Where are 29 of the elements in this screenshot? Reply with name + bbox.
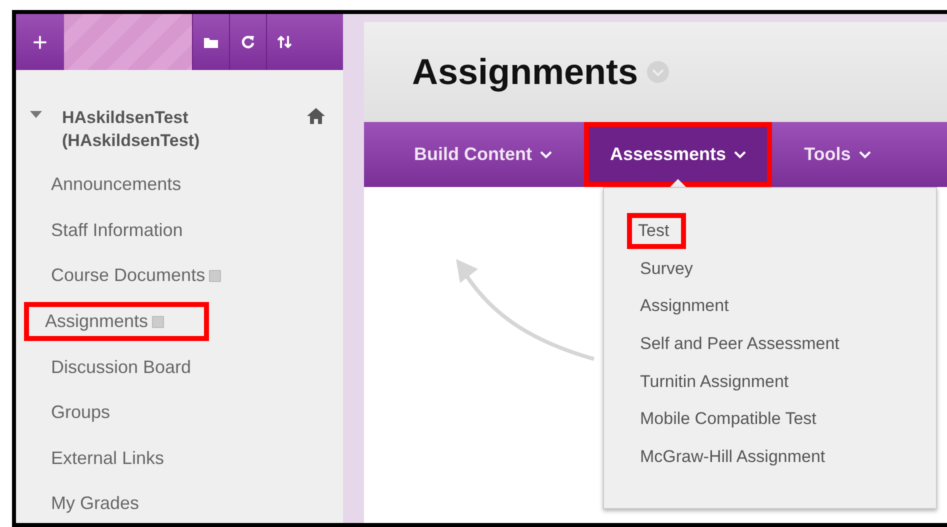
chevron-down-icon (540, 150, 552, 158)
menu-item[interactable]: Turnitin Assignment (636, 370, 793, 394)
refresh-icon (241, 35, 255, 49)
menu-item[interactable]: Mobile Compatible Test (636, 407, 820, 432)
add-button[interactable]: + (16, 14, 64, 70)
sort-icon (277, 35, 293, 49)
nav-tab[interactable]: Tools (784, 122, 891, 187)
menu-item[interactable]: Assignment (636, 294, 733, 318)
menu-item[interactable]: McGraw-Hill Assignment (636, 444, 830, 469)
sidebar-item[interactable]: My Grades (48, 490, 142, 518)
course-title[interactable]: HAskildsenTest (HAskildsenTest) (62, 106, 307, 152)
chevron-down-icon (858, 150, 871, 158)
sidebar-item[interactable]: Assignments (24, 302, 210, 342)
page-title: Assignments (412, 51, 638, 93)
menu-item[interactable]: Survey (636, 256, 697, 281)
nav-tab[interactable]: Assessments (584, 122, 772, 187)
folder-icon (203, 36, 219, 48)
sidebar-item[interactable]: Discussion Board (48, 354, 194, 381)
menu-item[interactable]: Test (627, 212, 686, 249)
chevron-down-icon (734, 150, 746, 158)
sidebar-item[interactable]: Course Documents (48, 262, 224, 290)
expand-triangle-icon[interactable] (30, 111, 42, 119)
menu-item[interactable]: Self and Peer Assessment (636, 332, 844, 356)
sidebar-item[interactable]: Staff Information (48, 216, 186, 244)
sidebar-item[interactable]: Groups (48, 399, 114, 426)
nav-tab[interactable]: Build Content (394, 122, 572, 187)
sidebar-item[interactable]: External Links (48, 444, 168, 472)
home-icon[interactable] (307, 108, 325, 124)
sidebar-item[interactable]: Announcements (48, 171, 184, 198)
